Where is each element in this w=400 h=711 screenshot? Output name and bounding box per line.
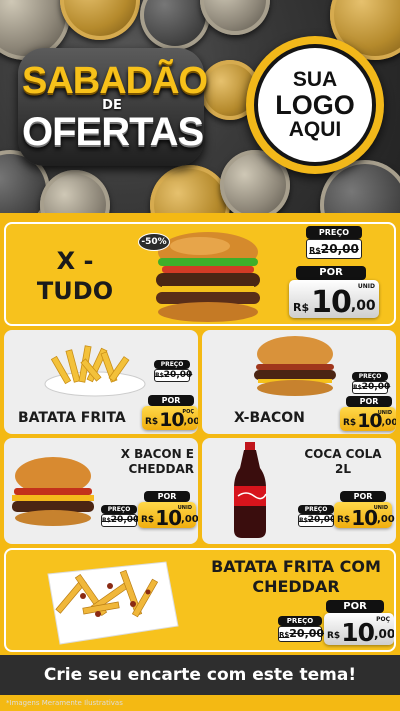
unit: UNID bbox=[377, 410, 392, 416]
product-name: BATATA FRITA bbox=[18, 410, 126, 426]
title-line-3: OFERTAS bbox=[22, 110, 204, 154]
coin-image bbox=[150, 165, 230, 215]
old-value: 20,00 bbox=[163, 370, 193, 380]
product-name-line-2: 2L bbox=[335, 462, 351, 476]
price-int: 10 bbox=[159, 409, 184, 431]
por-label: POR bbox=[296, 266, 366, 280]
old-price-label: PREÇO bbox=[154, 360, 190, 369]
unit: POÇ bbox=[182, 409, 194, 415]
price-int: 10 bbox=[341, 618, 375, 647]
currency: R$ bbox=[293, 301, 310, 314]
unit: UNID bbox=[373, 505, 388, 511]
currency: R$ bbox=[343, 418, 357, 428]
old-value: 20,00 bbox=[307, 515, 337, 525]
old-value: 20,00 bbox=[320, 242, 359, 256]
price-dec: ,00 bbox=[183, 417, 198, 427]
product-card-batata-frita: BATATA FRITA PREÇO R$20,00 POR R$ 10 ,00… bbox=[4, 330, 198, 434]
featured-name-1: X - bbox=[56, 247, 94, 275]
title-line-1: SABADÃO bbox=[22, 60, 208, 102]
flyer: SABADÃO DE OFERTAS SUA LOGO AQUI X - TUD… bbox=[0, 0, 400, 711]
product-name-line-1: X BACON E bbox=[120, 447, 194, 461]
por-label: POR bbox=[326, 600, 384, 613]
old-price: R$20,00 bbox=[298, 514, 337, 527]
hero-header: SABADÃO DE OFERTAS SUA LOGO AQUI bbox=[0, 0, 400, 215]
old-price-label: PREÇO bbox=[278, 616, 322, 626]
coin-image bbox=[60, 0, 140, 40]
product-price: R$ 10 ,00 UNID bbox=[334, 502, 395, 530]
product-name-line-2: CHEDDAR bbox=[128, 462, 195, 476]
currency: R$ bbox=[141, 515, 155, 525]
currency: R$ bbox=[145, 417, 159, 427]
old-currency: R$ bbox=[279, 631, 290, 639]
product-card-x-bacon: X-BACON PREÇO R$20,00 POR R$ 10 ,00 UNID bbox=[202, 330, 396, 434]
product-card-coca-cola: COCA COLA 2L PREÇO R$20,00 POR R$ 10 ,00… bbox=[202, 438, 396, 544]
price-int: 10 bbox=[311, 285, 352, 320]
por-label: POR bbox=[148, 395, 194, 406]
product-name: X-BACON bbox=[234, 410, 305, 426]
coin-image bbox=[40, 170, 110, 215]
old-price-label: PREÇO bbox=[352, 372, 388, 381]
product-price: R$ 10 ,00 POÇ bbox=[142, 406, 198, 430]
price-int: 10 bbox=[351, 506, 378, 530]
logo-placeholder: SUA LOGO AQUI bbox=[246, 36, 384, 174]
unit: UNID bbox=[177, 505, 192, 511]
price-dec: ,00 bbox=[350, 298, 376, 314]
old-value: 20,00 bbox=[361, 382, 391, 392]
currency: R$ bbox=[337, 515, 351, 525]
product-name-line-1: COCA COLA bbox=[304, 447, 382, 461]
por-label: POR bbox=[340, 491, 386, 502]
price-dec: ,00 bbox=[381, 418, 396, 428]
unit: UNID bbox=[357, 283, 375, 290]
old-price: R$20,00 bbox=[278, 626, 325, 642]
featured-name-2: TUDO bbox=[36, 277, 114, 305]
discount-badge: -50% bbox=[138, 233, 170, 251]
coin-image bbox=[140, 0, 210, 50]
price-dec: ,00 bbox=[377, 514, 395, 525]
fries-image bbox=[44, 345, 146, 397]
product-price: R$ 10 ,00 POÇ bbox=[324, 613, 394, 645]
product-name-line-2: CHEDDAR bbox=[252, 577, 340, 596]
old-value: 20,00 bbox=[289, 627, 325, 640]
cheddar-fries-image bbox=[47, 561, 179, 645]
por-label: POR bbox=[346, 396, 392, 407]
old-price-label: PREÇO bbox=[306, 226, 362, 239]
old-value: 20,00 bbox=[110, 515, 140, 525]
burger-image bbox=[254, 336, 336, 396]
product-name-line-1: BATATA FRITA COM bbox=[211, 557, 381, 576]
price-int: 10 bbox=[155, 506, 182, 530]
old-currency: R$ bbox=[102, 517, 111, 524]
product-card-x-bacon-cheddar: X BACON E CHEDDAR PREÇO R$20,00 POR R$ 1… bbox=[4, 438, 198, 544]
logo-circle: SUA LOGO AQUI bbox=[254, 44, 376, 166]
unit: POÇ bbox=[376, 616, 390, 623]
product-price: R$ 10 ,00 UNID bbox=[138, 502, 198, 530]
product-price: R$ 10 ,00 UNID bbox=[340, 407, 396, 431]
logo-text-3: AQUI bbox=[288, 118, 342, 142]
old-price: R$20,00 bbox=[101, 514, 140, 527]
featured-price: R$ 10 ,00 UNID bbox=[289, 280, 379, 318]
old-price-label: PREÇO bbox=[298, 505, 334, 514]
logo-text-2: LOGO bbox=[275, 89, 355, 120]
old-price: R$20,00 bbox=[154, 369, 193, 382]
old-currency: R$ bbox=[309, 246, 321, 255]
price-dec: ,00 bbox=[181, 514, 198, 525]
disclaimer: *Imagens Meramente Ilustrativas bbox=[6, 699, 123, 707]
burger-image bbox=[12, 457, 94, 526]
price-dec: ,00 bbox=[374, 627, 396, 641]
old-price: R$20,00 bbox=[352, 381, 391, 394]
featured-card: X - TUDO PREÇO R$20,00 POR R$ 10 ,00 UNI… bbox=[4, 222, 396, 326]
product-card-batata-cheddar: BATATA FRITA COM CHEDDAR PREÇO R$20,00 P… bbox=[4, 548, 396, 652]
old-currency: R$ bbox=[353, 384, 362, 391]
por-label: POR bbox=[144, 491, 190, 502]
cta-banner[interactable]: Crie seu encarte com este tema! bbox=[0, 655, 400, 695]
logo-text-1: SUA bbox=[292, 67, 338, 91]
old-price: R$20,00 bbox=[306, 239, 362, 259]
currency: R$ bbox=[327, 631, 341, 641]
old-currency: R$ bbox=[299, 517, 308, 524]
old-currency: R$ bbox=[155, 372, 164, 379]
soda-bottle-image bbox=[234, 442, 267, 538]
old-price-label: PREÇO bbox=[101, 505, 137, 514]
coin-image bbox=[200, 0, 270, 35]
